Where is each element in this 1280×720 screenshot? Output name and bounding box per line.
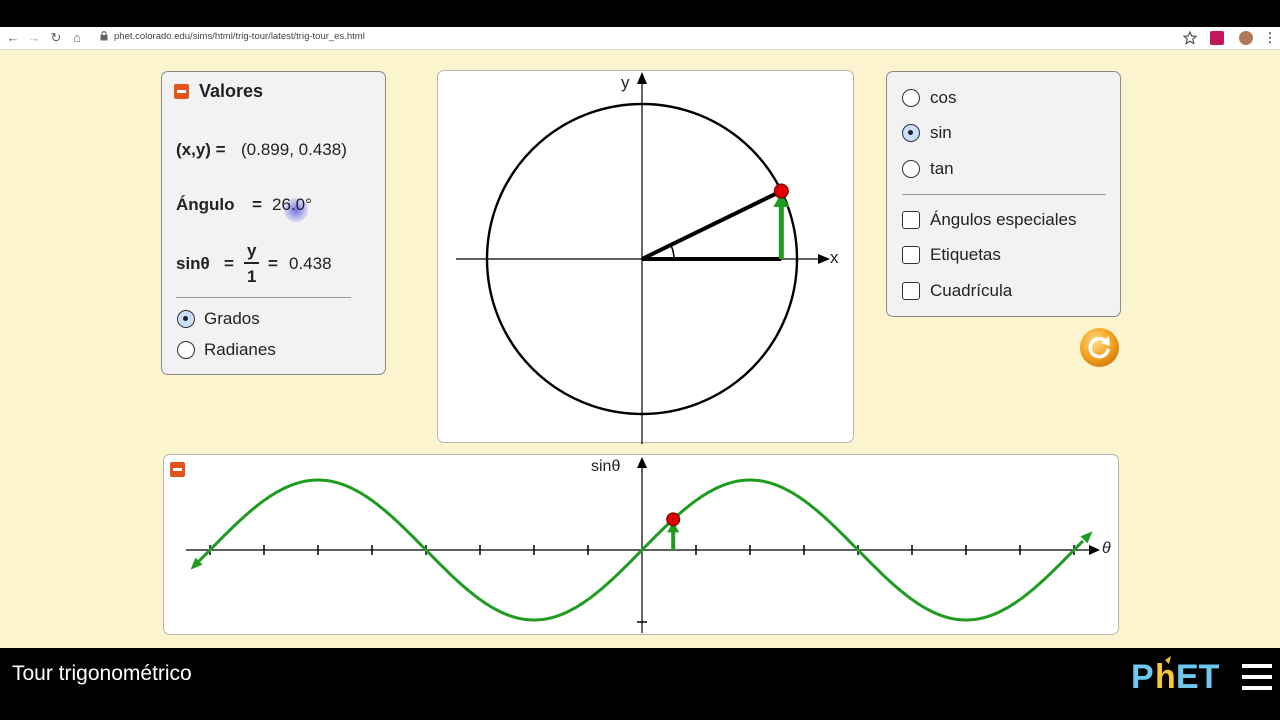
graph-y-axis-arrow-icon <box>637 457 647 468</box>
back-icon[interactable]: ← <box>5 30 21 46</box>
graph-svg[interactable] <box>164 455 1120 636</box>
radio-grados[interactable] <box>177 310 195 328</box>
collapse-values-button[interactable] <box>174 84 189 99</box>
graph-y-axis-label: sinθ <box>591 458 621 475</box>
checkbox-grid-label[interactable]: Cuadrícula <box>930 281 1012 301</box>
radio-radianes[interactable] <box>177 341 195 359</box>
checkbox-special-angles[interactable] <box>902 211 920 229</box>
divider <box>902 194 1106 195</box>
radio-radianes-label[interactable]: Radianes <box>204 340 276 360</box>
window-top-strip <box>0 0 1280 27</box>
phet-logo-icon: P h ET <box>1131 656 1220 696</box>
sin-equals-2: = <box>268 254 278 273</box>
checkbox-labels-label[interactable]: Etiquetas <box>930 245 1001 265</box>
graph-panel: sinθ θ <box>163 454 1119 635</box>
unit-circle-svg[interactable] <box>438 71 855 444</box>
lock-icon <box>100 31 108 41</box>
y-axis-label: y <box>621 73 630 92</box>
svg-text:P: P <box>1131 658 1154 696</box>
svg-text:h: h <box>1155 658 1176 696</box>
reset-all-button[interactable] <box>1079 327 1120 368</box>
browser-toolbar: ← → ↻ ⌂ phet.colorado.edu/sims/html/trig… <box>0 27 1280 50</box>
radio-tan[interactable] <box>902 160 920 178</box>
svg-text:ET: ET <box>1176 658 1220 696</box>
fraction-numerator: y <box>247 241 257 260</box>
xy-label: (x,y) = <box>176 140 226 159</box>
sin-value: 0.438 <box>289 254 332 273</box>
hamburger-menu-icon[interactable] <box>1242 664 1272 690</box>
checkbox-labels[interactable] <box>902 246 920 264</box>
navigation-bar: Tour trigonométrico P h ET <box>0 648 1280 720</box>
fraction-bar <box>244 262 259 264</box>
bookmark-star-icon[interactable] <box>1182 30 1198 45</box>
radio-sin-label[interactable]: sin <box>930 123 952 143</box>
address-bar[interactable]: phet.colorado.edu/sims/html/trig-tour/la… <box>96 29 1196 46</box>
url-text: phet.colorado.edu/sims/html/trig-tour/la… <box>114 31 365 42</box>
simulation-area: Valores (x,y) = (0.899, 0.438) Ángulo = … <box>0 50 1280 648</box>
divider <box>176 297 351 298</box>
x-axis-label: x <box>830 248 839 267</box>
reload-icon[interactable]: ↻ <box>48 30 64 46</box>
graph-x-axis-label: θ <box>1102 540 1111 557</box>
graph-current-point <box>666 512 681 527</box>
xy-value: (0.899, 0.438) <box>241 140 347 159</box>
radio-cos-label[interactable]: cos <box>930 88 956 108</box>
radio-grados-label[interactable]: Grados <box>204 309 260 329</box>
reset-icon <box>1080 328 1119 367</box>
sim-title: Tour trigonométrico <box>12 662 192 685</box>
radio-tan-label[interactable]: tan <box>930 159 954 179</box>
radio-sin[interactable] <box>902 124 920 142</box>
radio-cos[interactable] <box>902 89 920 107</box>
checkbox-grid[interactable] <box>902 282 920 300</box>
sin-theta-label: sinθ <box>176 254 210 273</box>
profile-avatar[interactable] <box>1239 31 1253 45</box>
browser-menu-icon[interactable]: ⋮ <box>1262 30 1278 46</box>
y-axis-arrow-icon <box>637 72 647 84</box>
angle-ray <box>641 189 783 261</box>
theta-axis-arrow-icon <box>1089 545 1100 555</box>
home-icon[interactable]: ⌂ <box>69 30 85 46</box>
x-axis-arrow-icon <box>818 254 830 264</box>
fraction-denominator: 1 <box>247 267 257 286</box>
phet-logo[interactable]: P h ET <box>1131 654 1231 698</box>
values-panel-title: Valores <box>199 81 264 101</box>
unit-circle-panel: x y <box>437 70 855 444</box>
extension-icon[interactable] <box>1210 31 1224 45</box>
angle-label: Ángulo <box>176 195 235 214</box>
angle-arc <box>670 244 675 260</box>
options-panel: cos sin tan Ángulos especiales Etiquetas… <box>886 71 1121 317</box>
sin-equals: = <box>224 254 234 273</box>
checkbox-special-angles-label[interactable]: Ángulos especiales <box>930 210 1076 230</box>
forward-icon[interactable]: → <box>26 30 42 46</box>
values-panel: Valores (x,y) = (0.899, 0.438) Ángulo = … <box>161 71 386 375</box>
angle-value[interactable]: 26.0° <box>272 195 312 215</box>
angle-point <box>773 183 789 199</box>
angle-equals: = <box>252 195 262 214</box>
